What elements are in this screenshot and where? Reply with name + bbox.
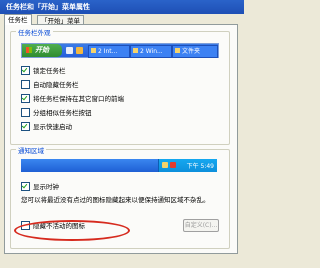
notification-area-label: 通知区域: [16, 145, 46, 155]
title-bar: 任务栏和「开始」菜单属性: [0, 0, 244, 14]
notification-preview: 下午 5:49: [21, 159, 217, 172]
option-lock-taskbar[interactable]: 锁定任务栏: [21, 65, 66, 75]
app-icon: [91, 48, 96, 53]
option-show-clock[interactable]: 显示时钟: [21, 181, 59, 191]
taskbar-preview: 开始 2 Int... 2 Win... 文件夹: [21, 43, 219, 58]
taskbar-button: 2 Int...: [88, 45, 130, 58]
checkbox[interactable]: [21, 94, 30, 103]
option-auto-hide[interactable]: 自动隐藏任务栏: [21, 79, 79, 89]
checkbox[interactable]: [21, 66, 30, 75]
notification-description: 您可以将最近没有点过的图标隐藏起来以便保持通知区域不杂乱。: [21, 196, 210, 204]
tab-taskbar[interactable]: 任务栏: [4, 14, 32, 25]
quick-launch-icon: [76, 47, 83, 54]
taskbar-button: 文件夹: [172, 45, 218, 58]
tab-panel: 任务栏外观 开始 2 Int... 2 Win... 文件夹 锁定任务栏 自动隐…: [4, 24, 238, 254]
start-button-preview: 开始: [22, 44, 62, 57]
option-group-buttons[interactable]: 分组相似任务栏按钮: [21, 107, 92, 117]
checkbox[interactable]: [21, 182, 30, 191]
tray-area: 下午 5:49: [158, 159, 217, 172]
windows-flag-icon: [26, 47, 32, 53]
taskbar-appearance-group: 任务栏外观 开始 2 Int... 2 Win... 文件夹 锁定任务栏 自动隐…: [10, 27, 230, 145]
option-keep-on-top[interactable]: 将任务栏保持在其它窗口的前端: [21, 93, 124, 103]
customize-button[interactable]: 自定义(C)...: [183, 219, 219, 232]
app-icon: [133, 48, 138, 53]
checkbox[interactable]: [21, 80, 30, 89]
tray-icon: [162, 162, 168, 168]
quick-launch-icon: [66, 47, 73, 54]
clock-text: 下午 5:49: [186, 163, 214, 170]
start-label: 开始: [35, 46, 49, 54]
folder-icon: [175, 48, 180, 53]
window-title: 任务栏和「开始」菜单属性: [6, 3, 90, 11]
taskbar-appearance-label: 任务栏外观: [16, 27, 53, 37]
red-highlight-circle: [14, 220, 130, 241]
taskbar-button: 2 Win...: [130, 45, 172, 58]
checkbox[interactable]: [21, 122, 30, 131]
tray-icon: [170, 162, 176, 168]
option-quick-launch[interactable]: 显示快速启动: [21, 121, 72, 131]
checkbox[interactable]: [21, 108, 30, 117]
